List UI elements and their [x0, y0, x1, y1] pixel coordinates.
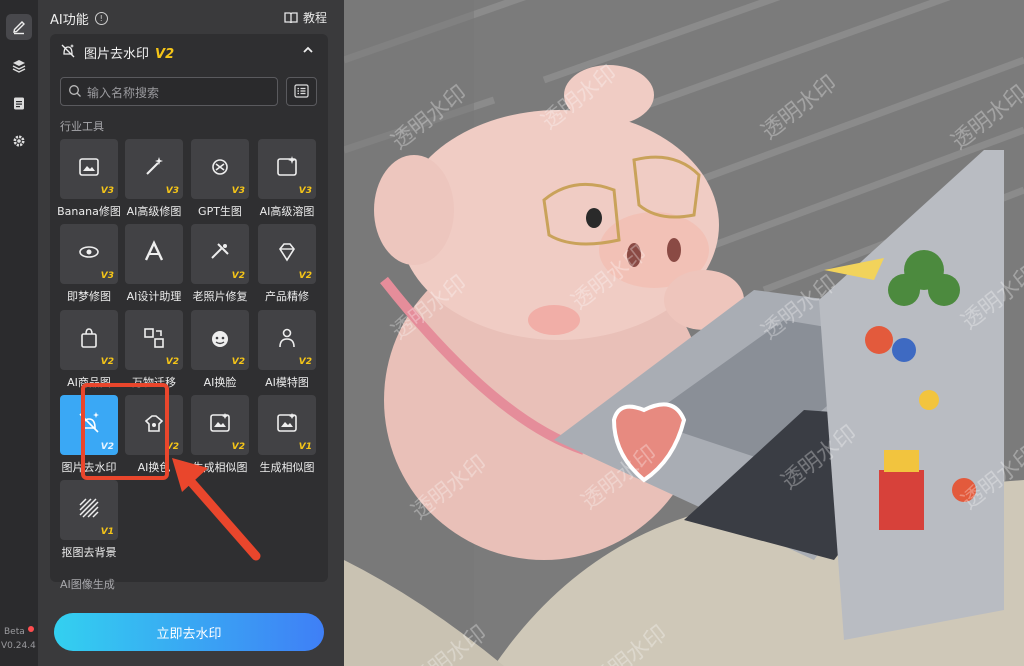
version-label: V0.24.4: [1, 641, 36, 651]
version-badge: V2: [100, 357, 114, 367]
version-badge: V2: [298, 271, 312, 281]
tool-label: 老照片修复: [192, 290, 248, 303]
version-badge: V1: [100, 527, 114, 537]
version-badge: V2: [298, 357, 312, 367]
remove-watermark-button[interactable]: 立即去水印: [54, 613, 324, 651]
tool-tile[interactable]: [125, 224, 183, 284]
background-remove-icon: [79, 498, 99, 518]
book-icon: [284, 11, 298, 23]
magic-wand-icon: [146, 157, 163, 175]
tool-tile[interactable]: V2: [191, 224, 249, 284]
tool-tile[interactable]: V3: [258, 139, 316, 199]
tool-label: AI换脸: [203, 376, 237, 389]
version-badge: V3: [100, 271, 114, 281]
tool-tile[interactable]: V3: [60, 139, 118, 199]
version-badge: V2: [165, 357, 179, 367]
tool-tile[interactable]: V3: [60, 224, 118, 284]
list-icon: [294, 84, 309, 98]
tutorial-label: 教程: [302, 11, 327, 25]
tool-header[interactable]: 图片去水印 V2: [50, 34, 328, 68]
dream-icon: [79, 246, 99, 258]
tool-tile[interactable]: V2: [258, 310, 316, 370]
version-badge: V2: [231, 442, 245, 452]
ai-panel: AI功能 ! 教程 图片去水印 V2 输入名称搜索 行业工具 V3 Banana修图…: [38, 0, 339, 666]
photo-restore-icon: [211, 243, 229, 259]
layers-icon[interactable]: [6, 53, 32, 79]
panel-title: AI功能 !: [50, 9, 108, 28]
tool-tile[interactable]: V3: [191, 139, 249, 199]
watermark-remove-icon: [61, 44, 75, 58]
transfer-icon: [144, 328, 164, 348]
tool-tile[interactable]: V2: [191, 310, 249, 370]
tool-label: 抠图去背景: [61, 546, 117, 559]
version-badge: V2: [231, 271, 245, 281]
shopping-bag-icon: [81, 328, 97, 348]
highlight-box: [81, 383, 169, 480]
section-image-generation: AI图像生成: [60, 578, 115, 591]
tool-tile[interactable]: V2: [125, 310, 183, 370]
tool-label: 产品精修: [265, 290, 309, 303]
tool-tile[interactable]: V3: [125, 139, 183, 199]
tool-tile[interactable]: V2: [191, 395, 249, 455]
tool-label: AI设计助理: [126, 290, 182, 303]
search-placeholder: 输入名称搜索: [87, 86, 160, 100]
tool-tile[interactable]: V1: [258, 395, 316, 455]
gpt-icon: [212, 159, 228, 175]
version-badge: V2: [231, 357, 245, 367]
similar-image-icon: [277, 413, 297, 432]
settings-icon[interactable]: [6, 128, 32, 154]
panel-title-text: AI功能: [50, 13, 89, 28]
tool-tile[interactable]: V2: [60, 310, 118, 370]
notification-dot: [28, 626, 34, 632]
version-badge: V1: [298, 442, 312, 452]
tool-label: AI高级修图: [126, 205, 182, 218]
image-sparkle-icon: [277, 156, 297, 176]
tool-label: GPT生图: [198, 205, 242, 218]
design-assistant-icon: [144, 240, 164, 261]
pointer-arrow: [172, 458, 261, 561]
tool-tile[interactable]: V1: [60, 480, 118, 540]
tool-label: AI模特图: [265, 376, 309, 389]
model-icon: [279, 328, 295, 348]
similar-image-icon: [210, 413, 230, 432]
version-badge: V3: [165, 186, 179, 196]
version-badge: V3: [231, 186, 245, 196]
chevron-up-icon[interactable]: [302, 45, 314, 55]
side-rail: Beta V0.24.4: [0, 0, 39, 666]
search-input[interactable]: 输入名称搜索: [60, 77, 278, 106]
list-view-button[interactable]: [286, 77, 317, 106]
clipboard-icon[interactable]: [6, 90, 32, 116]
beta-label: Beta: [4, 626, 34, 637]
image-edit-icon: [79, 158, 99, 176]
section-industry-tools: 行业工具: [60, 120, 104, 133]
tool-tile[interactable]: V2: [258, 224, 316, 284]
version-badge: V3: [298, 186, 312, 196]
version-badge: V3: [100, 186, 114, 196]
tool-header-title: 图片去水印 V2: [84, 47, 175, 62]
diamond-icon: [279, 243, 295, 262]
image-preview[interactable]: 透明水印 透明水印 透明水印 透明水印 透明水印 透明水印 透明水印 透明水印 透明水印 透明水印…: [344, 0, 1024, 666]
tool-header-version: V2: [155, 47, 175, 62]
face-swap-icon: [212, 331, 228, 347]
tool-label: 即梦修图: [67, 290, 111, 303]
tool-label: AI高级溶图: [259, 205, 315, 218]
edit-icon[interactable]: [6, 14, 32, 40]
info-icon[interactable]: !: [94, 12, 108, 25]
search-icon: [69, 85, 81, 97]
tutorial-link[interactable]: 教程: [284, 9, 327, 26]
tool-label: Banana修图: [57, 205, 121, 218]
